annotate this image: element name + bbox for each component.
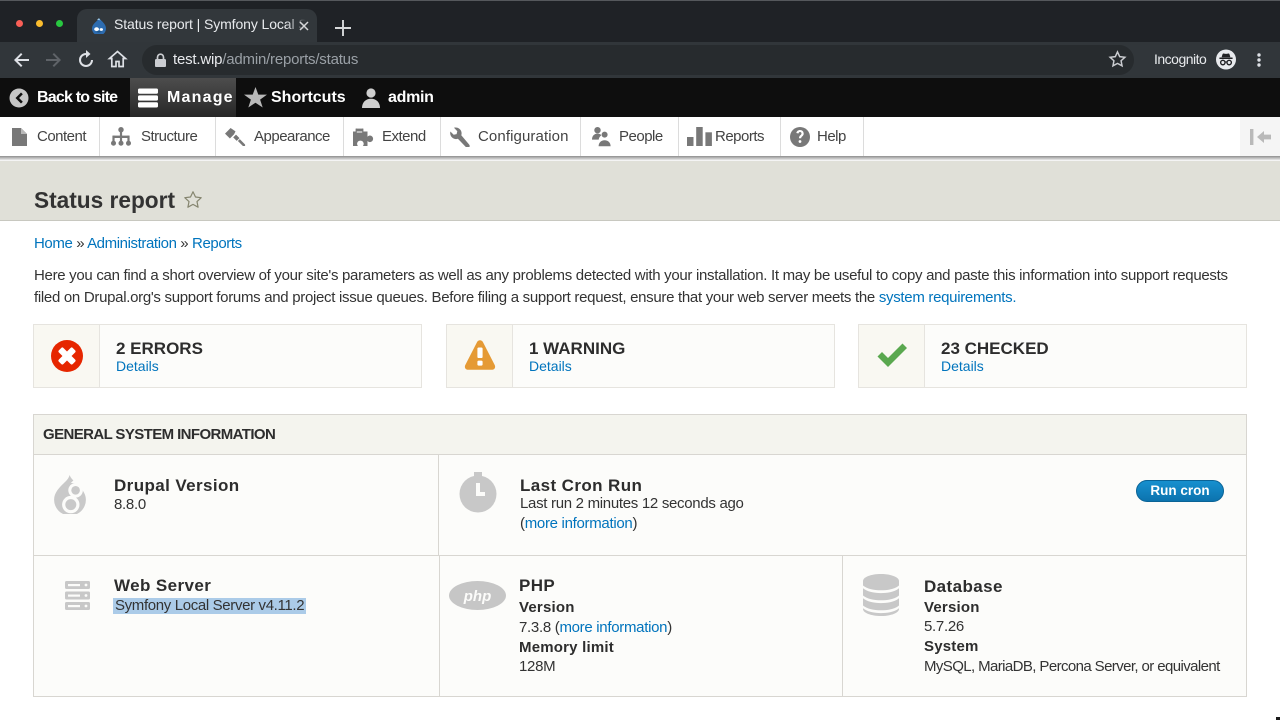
svg-text:php: php (463, 588, 492, 605)
